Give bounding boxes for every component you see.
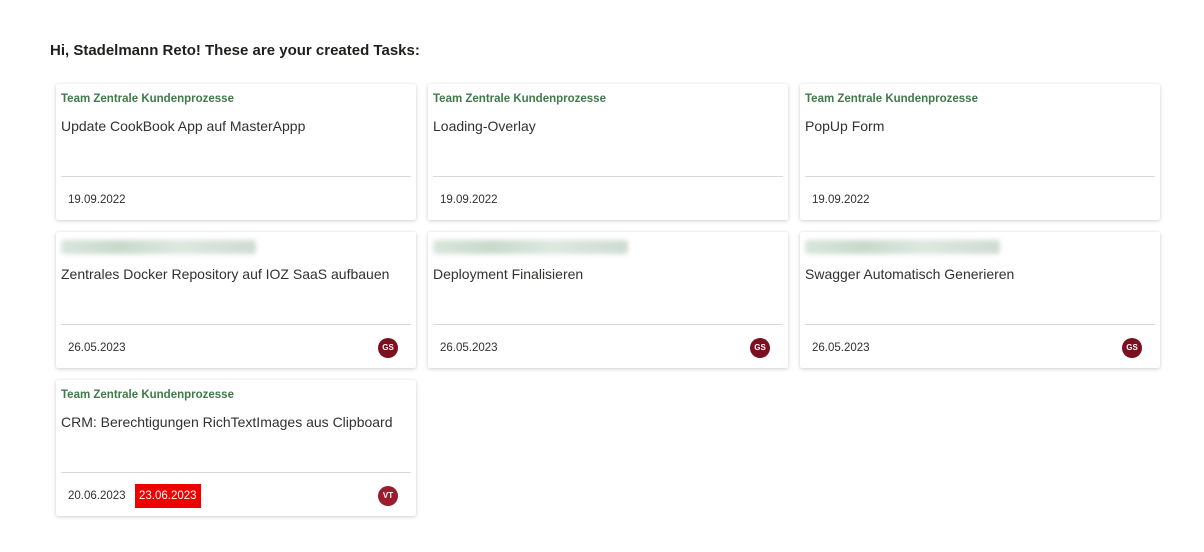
task-card[interactable]: Swagger Automatisch Generieren 26.05.202… [800,232,1160,368]
task-card[interactable]: Zentrales Docker Repository auf IOZ SaaS… [56,232,416,368]
task-team-redacted [805,240,1000,254]
task-title: Swagger Automatisch Generieren [805,266,1015,282]
task-date: 19.09.2022 [68,194,126,206]
task-card[interactable]: Deployment Finalisieren 26.05.2023 GS [428,232,788,368]
task-date: 26.05.2023 [812,342,870,354]
task-card[interactable]: Team Zentrale Kundenprozesse CRM: Berech… [56,380,416,516]
task-team: Team Zentrale Kundenprozesse [61,389,234,401]
card-divider [61,176,411,177]
task-date: 19.09.2022 [812,194,870,206]
task-date: 26.05.2023 [440,342,498,354]
card-divider [433,324,783,325]
task-date: 19.09.2022 [440,194,498,206]
task-team: Team Zentrale Kundenprozesse [61,93,234,105]
assignee-avatar[interactable]: VT [378,486,398,506]
card-divider [61,472,411,473]
task-team: Team Zentrale Kundenprozesse [805,93,978,105]
task-card[interactable]: Team Zentrale Kundenprozesse Loading-Ove… [428,84,788,220]
card-divider [61,324,411,325]
page-title: Hi, Stadelmann Reto! These are your crea… [50,42,420,59]
task-title: CRM: Berechtigungen RichTextImages aus C… [61,414,393,430]
task-title: Update CookBook App auf MasterAppp [61,118,306,134]
card-divider [805,176,1155,177]
card-divider [433,176,783,177]
task-team: Team Zentrale Kundenprozesse [433,93,606,105]
card-divider [805,324,1155,325]
task-title: Loading-Overlay [433,118,536,134]
task-card[interactable]: Team Zentrale Kundenprozesse PopUp Form … [800,84,1160,220]
assignee-avatar[interactable]: GS [1122,338,1142,358]
task-date: 20.06.2023 [68,490,126,502]
task-title: Zentrales Docker Repository auf IOZ SaaS… [61,266,390,282]
task-team-redacted [61,240,256,254]
task-date: 26.05.2023 [68,342,126,354]
assignee-avatar[interactable]: GS [750,338,770,358]
assignee-avatar[interactable]: GS [378,338,398,358]
task-team-redacted [433,240,628,254]
due-date-badge: 23.06.2023 [135,484,201,508]
task-title: Deployment Finalisieren [433,266,584,282]
tasks-page: Hi, Stadelmann Reto! These are your crea… [0,0,1204,552]
task-title: PopUp Form [805,118,885,134]
task-card[interactable]: Team Zentrale Kundenprozesse Update Cook… [56,84,416,220]
